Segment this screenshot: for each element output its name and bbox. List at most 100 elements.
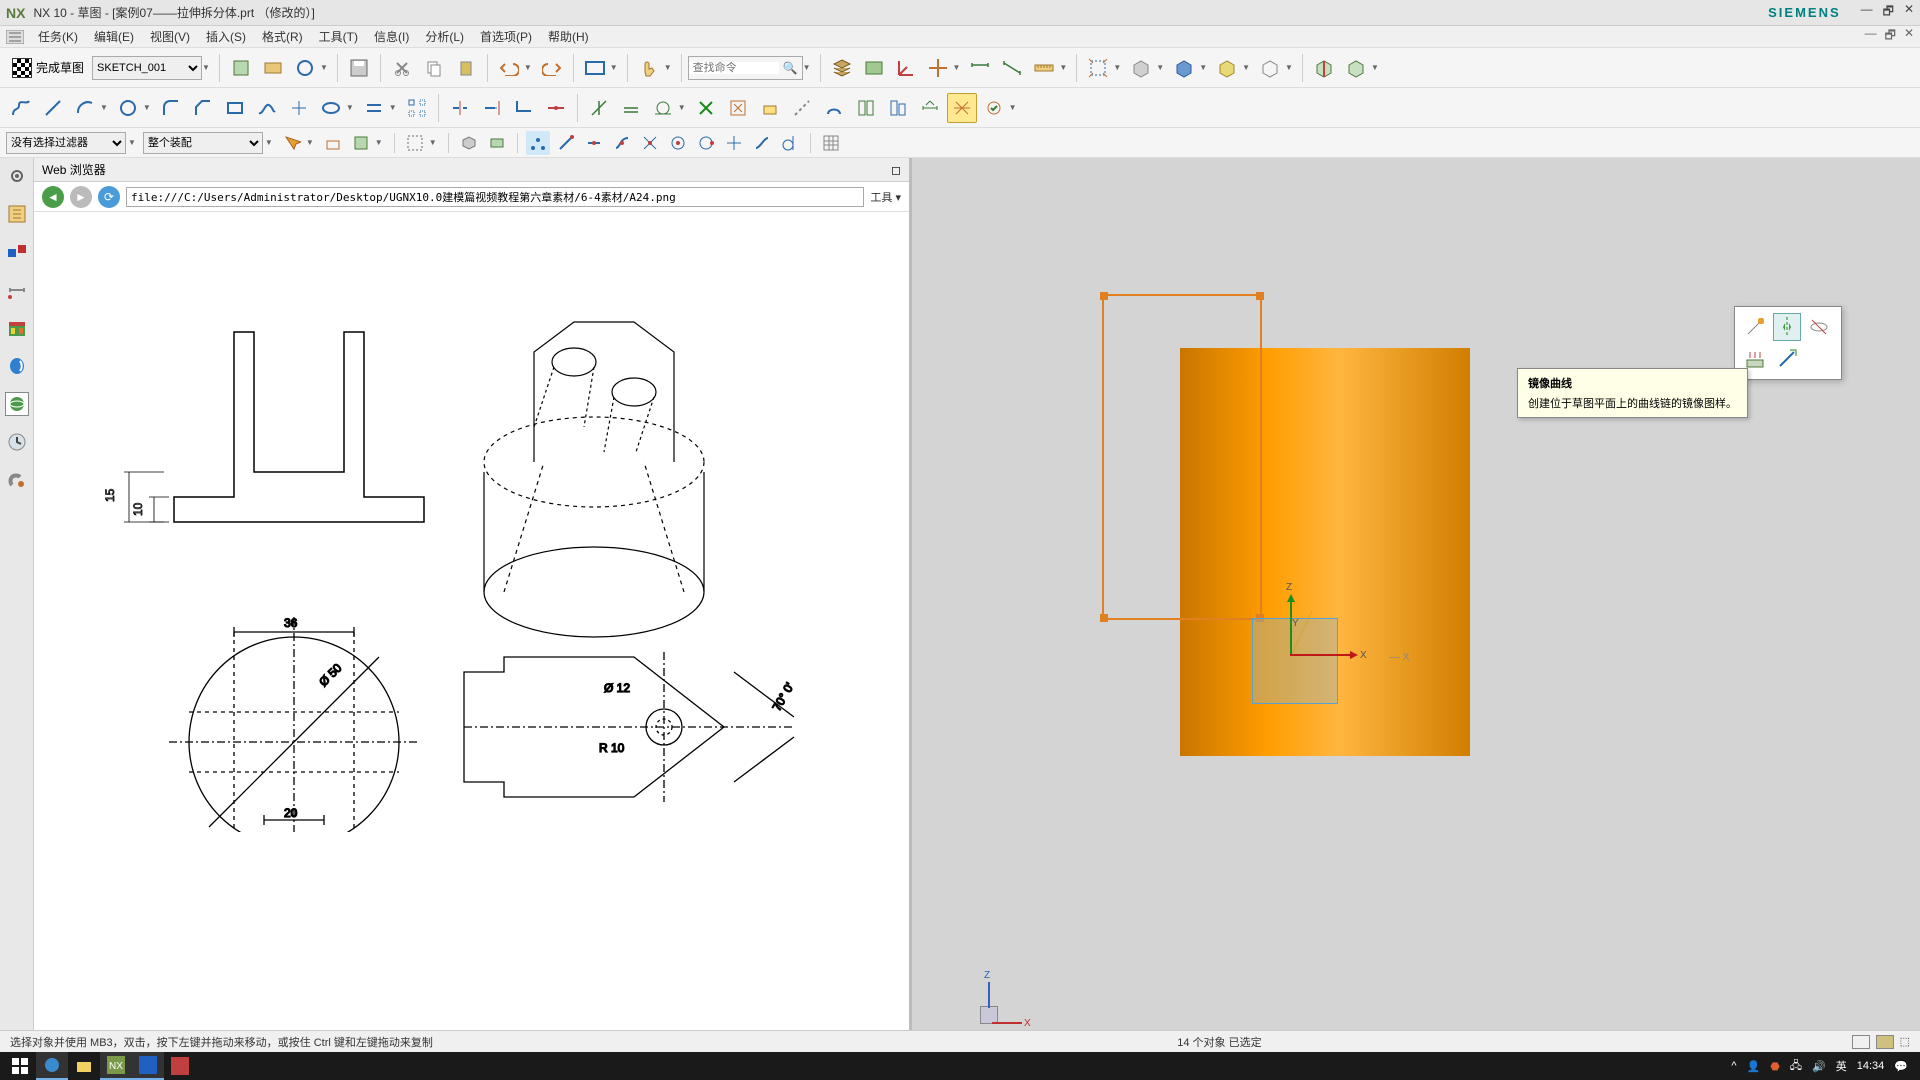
browser-tools[interactable]: 工具 ▾ [870, 189, 901, 205]
menu-help[interactable]: 帮助(H) [540, 28, 597, 45]
quick-extend-tool[interactable] [477, 93, 507, 123]
menu-prefs[interactable]: 首选项(P) [472, 28, 540, 45]
minimize-button[interactable]: — [1861, 2, 1873, 23]
start-button[interactable] [4, 1052, 36, 1080]
snap-ctrl[interactable] [610, 131, 634, 155]
dropdown-icon[interactable]: ▼ [1156, 63, 1167, 72]
edge-style-button[interactable] [1255, 53, 1285, 83]
browser-back-button[interactable]: ◄ [42, 186, 64, 208]
trim-recipe-tool[interactable] [541, 93, 571, 123]
doc-restore[interactable]: 🗗 [1885, 26, 1896, 47]
dropdown-icon[interactable]: ▼ [306, 138, 317, 147]
transparency-button[interactable] [1212, 53, 1242, 83]
web-browser-icon[interactable] [5, 392, 29, 416]
animate-dim[interactable] [915, 93, 945, 123]
dropdown-icon[interactable]: ▼ [265, 138, 276, 147]
command-search[interactable]: 🔍 [688, 56, 803, 80]
dimension-button[interactable] [965, 53, 995, 83]
quick-trim-tool[interactable] [445, 93, 475, 123]
tray-chevron-icon[interactable]: ^ [1731, 1060, 1736, 1072]
menu-edit[interactable]: 编辑(E) [86, 28, 142, 45]
paste-button[interactable] [451, 53, 481, 83]
constraint-1[interactable] [584, 93, 614, 123]
snap-end[interactable] [554, 131, 578, 155]
menu-tools[interactable]: 工具(T) [311, 28, 366, 45]
process-studio-icon[interactable] [5, 468, 29, 492]
tray-notifications-icon[interactable]: 💬 [1894, 1060, 1908, 1073]
graphics-viewport[interactable]: Z X Y — X Z X 镜像曲线 创建位于草图平面上的曲线链的镜像图样。 [912, 158, 1920, 1030]
derived-lines-icon[interactable] [1741, 313, 1769, 341]
snap-exist[interactable] [722, 131, 746, 155]
snap-tangent[interactable] [778, 131, 802, 155]
dropdown-icon[interactable]: ▼ [1371, 63, 1382, 72]
handle-bl[interactable] [1100, 614, 1108, 622]
render-style-button[interactable] [1169, 53, 1199, 83]
handle-tr[interactable] [1256, 292, 1264, 300]
mirror-curve-popup[interactable] [1734, 306, 1842, 380]
browser-undock-icon[interactable]: ◻ [891, 163, 901, 177]
dropdown-icon[interactable]: ▼ [1199, 63, 1210, 72]
pattern-tool[interactable] [402, 93, 432, 123]
doc-minimize[interactable]: — [1865, 26, 1877, 47]
tray-network-icon[interactable]: 🖧 [1790, 1057, 1802, 1076]
solid-filter[interactable] [457, 131, 481, 155]
dropdown-icon[interactable]: ▼ [678, 103, 689, 112]
doc-close[interactable]: ✕ [1904, 26, 1914, 47]
dropdown-icon[interactable]: ▼ [610, 63, 621, 72]
ellipse-tool[interactable] [316, 93, 346, 123]
rectangle-tool-2[interactable] [220, 93, 250, 123]
close-button[interactable]: ✕ [1904, 2, 1914, 23]
offset-tool[interactable] [359, 93, 389, 123]
sel-2[interactable] [321, 131, 345, 155]
shaded-button[interactable] [1126, 53, 1156, 83]
menu-insert[interactable]: 插入(S) [198, 28, 254, 45]
dropdown-icon[interactable]: ▼ [320, 63, 331, 72]
snap-mid[interactable] [582, 131, 606, 155]
sel-1[interactable] [280, 131, 304, 155]
undo-button[interactable] [494, 53, 524, 83]
menu-analysis[interactable]: 分析(L) [417, 28, 472, 45]
mirror-curve-icon[interactable] [1773, 313, 1801, 341]
sketch-selection-rect[interactable] [1102, 294, 1262, 620]
dropdown-icon[interactable]: ▼ [375, 138, 386, 147]
constraint-2[interactable] [616, 93, 646, 123]
history-icon[interactable] [5, 430, 29, 454]
point-tool[interactable] [284, 93, 314, 123]
status-icon-1[interactable] [1852, 1035, 1870, 1049]
assembly-nav-icon[interactable] [5, 240, 29, 264]
add-existing-curves-icon[interactable] [1773, 345, 1801, 373]
inferred-constraint[interactable] [851, 93, 881, 123]
dropdown-icon[interactable]: ▼ [1242, 63, 1253, 72]
layer-button[interactable] [827, 53, 857, 83]
dropdown-icon[interactable]: ▼ [664, 63, 675, 72]
show-constraint[interactable] [755, 93, 785, 123]
task-nx[interactable]: NX [100, 1052, 132, 1080]
constraint-3[interactable] [648, 93, 678, 123]
gear-icon[interactable] [5, 164, 29, 188]
handle-tl[interactable] [1100, 292, 1108, 300]
menu-info[interactable]: 信息(I) [366, 28, 417, 45]
dimension2-button[interactable] [997, 53, 1027, 83]
redo-button[interactable] [537, 53, 567, 83]
task-app2[interactable] [132, 1052, 164, 1080]
copy-button[interactable] [419, 53, 449, 83]
face-filter[interactable] [485, 131, 509, 155]
grid-button[interactable] [819, 131, 843, 155]
chamfer-tool[interactable] [188, 93, 218, 123]
tray-volume-icon[interactable]: 🔊 [1812, 1060, 1826, 1073]
snap-oncurve[interactable] [750, 131, 774, 155]
status-toggle-icon[interactable]: ⬚ [1900, 1035, 1910, 1048]
clip2-button[interactable] [1341, 53, 1371, 83]
fillet-tool[interactable] [156, 93, 186, 123]
finish-sketch-button[interactable]: 完成草图 [6, 56, 90, 80]
reattach-button[interactable] [258, 53, 288, 83]
dropdown-icon[interactable]: ▼ [100, 103, 111, 112]
touch-button[interactable] [634, 53, 664, 83]
dropdown-icon[interactable]: ▼ [389, 103, 400, 112]
intersection-curve-icon[interactable] [1805, 313, 1833, 341]
sketch-name-select[interactable]: SKETCH_001 [92, 56, 202, 80]
update-button[interactable] [290, 53, 320, 83]
spline-tool[interactable] [252, 93, 282, 123]
dropdown-icon[interactable]: ▼ [143, 103, 154, 112]
sketch-orient-button[interactable] [226, 53, 256, 83]
